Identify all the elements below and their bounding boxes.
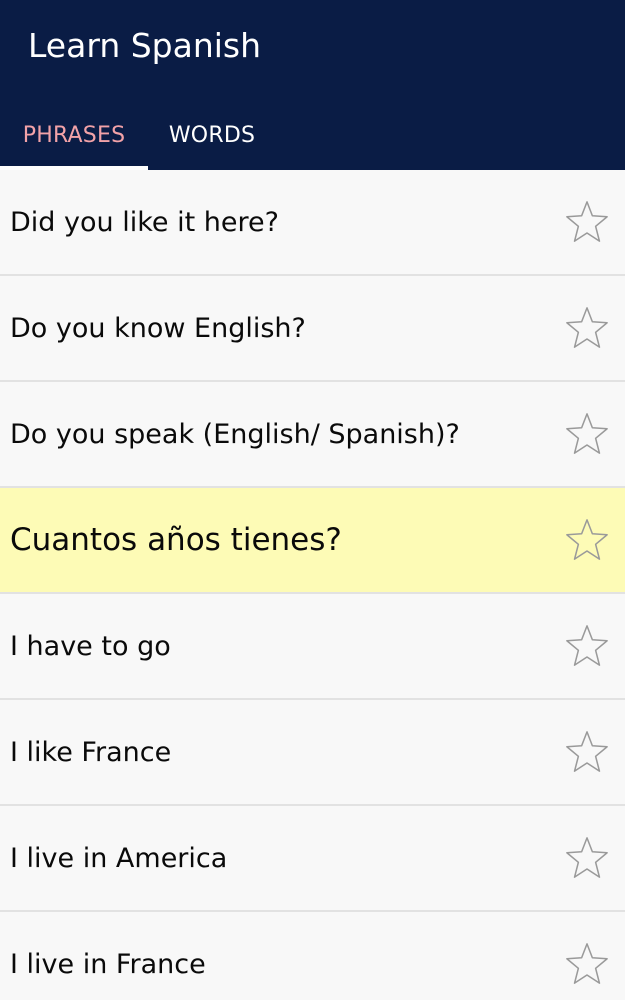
app-bar: Learn Spanish PHRASES WORDS <box>0 0 625 170</box>
star-outline-icon[interactable] <box>564 835 610 881</box>
phrase-text: I live in France <box>10 948 206 980</box>
star-outline-icon[interactable] <box>564 729 610 775</box>
phrase-row-highlighted[interactable]: Cuantos años tienes? <box>0 488 625 594</box>
phrase-text: I have to go <box>10 630 171 662</box>
phrase-row[interactable]: I live in France <box>0 912 625 1000</box>
phrase-row[interactable]: I have to go <box>0 594 625 700</box>
phrase-text: Cuantos años tienes? <box>10 522 342 558</box>
star-outline-icon[interactable] <box>564 305 610 351</box>
phrase-row[interactable]: Do you speak (English/ Spanish)? <box>0 382 625 488</box>
app-title: Learn Spanish <box>28 26 262 65</box>
tab-phrases[interactable]: PHRASES <box>0 100 148 170</box>
star-outline-icon[interactable] <box>564 199 610 245</box>
star-outline-icon[interactable] <box>564 623 610 669</box>
app-screen: Learn Spanish PHRASES WORDS Did you like… <box>0 0 625 1000</box>
phrase-row[interactable]: I like France <box>0 700 625 806</box>
phrase-text: Do you know English? <box>10 312 306 344</box>
phrase-row[interactable]: Did you like it here? <box>0 170 625 276</box>
star-outline-icon[interactable] <box>564 517 610 563</box>
star-outline-icon[interactable] <box>564 941 610 987</box>
tab-bar: PHRASES WORDS <box>0 100 625 170</box>
phrase-row[interactable]: I live in America <box>0 806 625 912</box>
tab-words[interactable]: WORDS <box>148 100 276 170</box>
phrase-text: I live in America <box>10 842 228 874</box>
phrase-text: I like France <box>10 736 172 768</box>
phrase-text: Did you like it here? <box>10 206 279 238</box>
phrase-row[interactable]: Do you know English? <box>0 276 625 382</box>
phrase-list: Did you like it here? Do you know Englis… <box>0 170 625 1000</box>
phrase-text: Do you speak (English/ Spanish)? <box>10 418 460 450</box>
star-outline-icon[interactable] <box>564 411 610 457</box>
